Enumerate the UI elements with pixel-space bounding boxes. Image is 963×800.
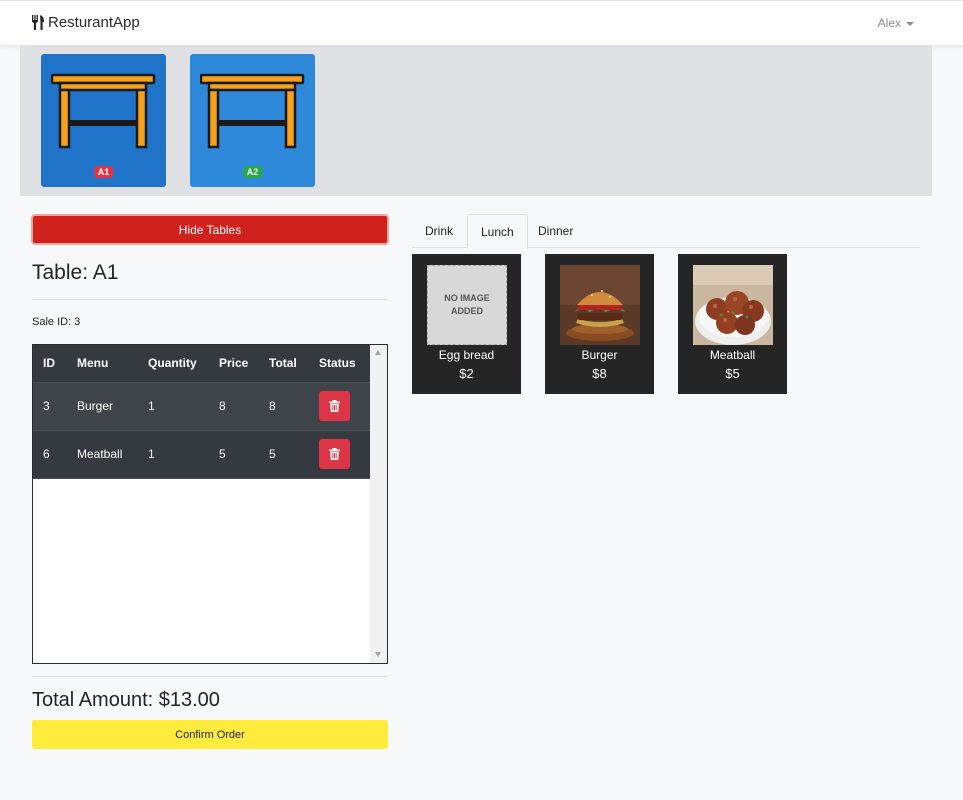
trash-icon <box>329 400 340 412</box>
cell-status <box>309 382 371 431</box>
cell-quantity: 1 <box>138 382 209 431</box>
burger-image <box>560 265 640 345</box>
table-title: Table: A1 <box>32 261 119 284</box>
menu-item-price: $5 <box>725 366 740 381</box>
column-header-menu: Menu <box>67 345 138 383</box>
divider <box>32 299 388 300</box>
table-label-badge: A1 <box>93 166 114 178</box>
navbar: ResturantApp Alex <box>0 0 963 45</box>
menu-item-name: Egg bread <box>438 348 495 362</box>
cell-menu: Meatball <box>67 430 138 479</box>
menu-item-burger[interactable]: Burger $8 <box>545 254 654 394</box>
meatball-image <box>693 265 773 345</box>
table-card-a2[interactable]: A2 <box>190 54 315 187</box>
tab-drink[interactable]: Drink <box>412 214 466 248</box>
scroll-up-arrow-icon[interactable] <box>375 350 381 355</box>
menu-item-meatball[interactable]: Meatball $5 <box>678 254 787 394</box>
utensils-icon <box>31 15 45 30</box>
column-header-status: Status <box>309 345 371 383</box>
column-header-id: ID <box>33 345 67 383</box>
caret-down-icon <box>906 21 914 26</box>
cell-status <box>309 430 371 479</box>
order-list-scrollbar[interactable] <box>370 345 387 663</box>
cell-total: 5 <box>259 430 309 479</box>
delete-item-button[interactable] <box>319 439 350 469</box>
column-header-quantity: Quantity <box>138 345 209 383</box>
cell-price: 5 <box>209 430 259 479</box>
cell-total: 8 <box>259 382 309 431</box>
divider <box>32 676 388 677</box>
table-row: 6 Meatball 1 5 5 <box>33 430 371 479</box>
trash-icon <box>329 448 340 460</box>
scroll-down-arrow-icon[interactable] <box>375 652 381 657</box>
column-header-total: Total <box>259 345 309 383</box>
table-label-badge: A2 <box>242 166 263 178</box>
tab-dinner[interactable]: Dinner <box>525 214 586 248</box>
user-dropdown[interactable]: Alex <box>878 16 914 30</box>
user-name: Alex <box>877 16 901 30</box>
cell-id: 6 <box>33 430 67 479</box>
menu-item-name: Meatball <box>709 348 756 362</box>
table-icon <box>51 73 156 149</box>
confirm-order-button[interactable]: Confirm Order <box>32 720 388 749</box>
hide-tables-button[interactable]: Hide Tables <box>31 214 389 245</box>
cell-id: 3 <box>33 382 67 431</box>
column-header-price: Price <box>209 345 259 383</box>
order-list: ID Menu Quantity Price Total Status 3 Bu… <box>32 344 388 664</box>
table-card-a1[interactable]: A1 <box>41 54 166 187</box>
brand-link[interactable]: ResturantApp <box>31 14 140 31</box>
no-image-placeholder: NO IMAGE ADDED <box>427 265 507 345</box>
delete-item-button[interactable] <box>319 391 350 421</box>
cell-quantity: 1 <box>138 430 209 479</box>
brand-name: ResturantApp <box>48 14 140 31</box>
tables-panel: A1 A2 <box>20 45 932 196</box>
menu-item-name: Burger <box>581 348 618 362</box>
menu-item-price: $8 <box>592 366 607 381</box>
menu-item-price: $2 <box>459 366 474 381</box>
cell-price: 8 <box>209 382 259 431</box>
table-icon <box>200 73 305 149</box>
tab-lunch[interactable]: Lunch <box>467 214 528 249</box>
sale-id-text: Sale ID: 3 <box>32 316 81 328</box>
table-row: 3 Burger 1 8 8 <box>33 382 371 431</box>
menu-tabs: Drink Lunch Dinner <box>412 214 920 249</box>
menu-item-egg-bread[interactable]: NO IMAGE ADDED Egg bread $2 <box>412 254 521 394</box>
cell-menu: Burger <box>67 382 138 431</box>
total-amount: Total Amount: $13.00 <box>32 689 220 711</box>
order-table: ID Menu Quantity Price Total Status 3 Bu… <box>33 345 371 479</box>
